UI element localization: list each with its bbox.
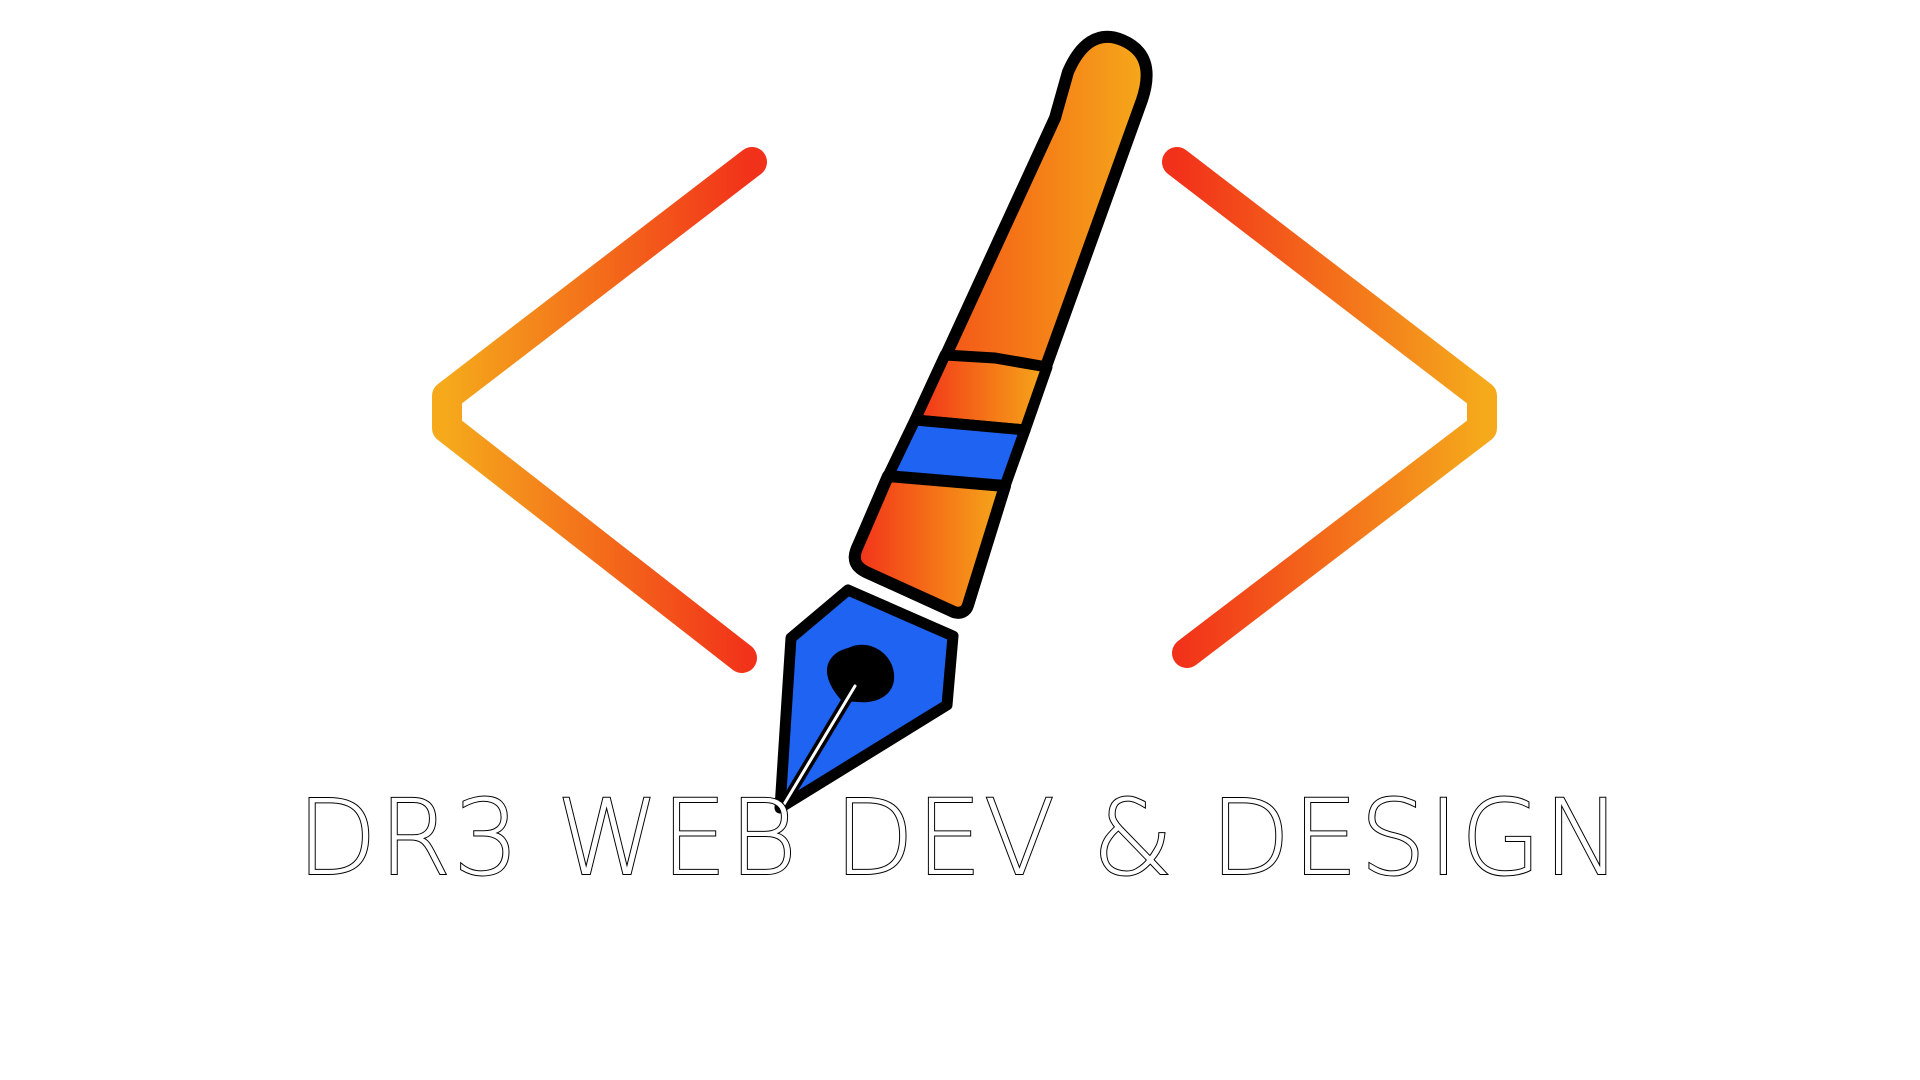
logo-graphic xyxy=(432,30,1497,814)
brand-name-text: DR3 WEB DEV & DESIGN xyxy=(296,777,1624,899)
logo-canvas: DR3 WEB DEV & DESIGN xyxy=(0,0,1920,1080)
left-angle-bracket-icon xyxy=(432,147,767,673)
brand-name: DR3 WEB DEV & DESIGN xyxy=(0,777,1920,899)
right-angle-bracket-icon xyxy=(1162,147,1497,668)
fountain-pen-icon xyxy=(774,30,1153,814)
